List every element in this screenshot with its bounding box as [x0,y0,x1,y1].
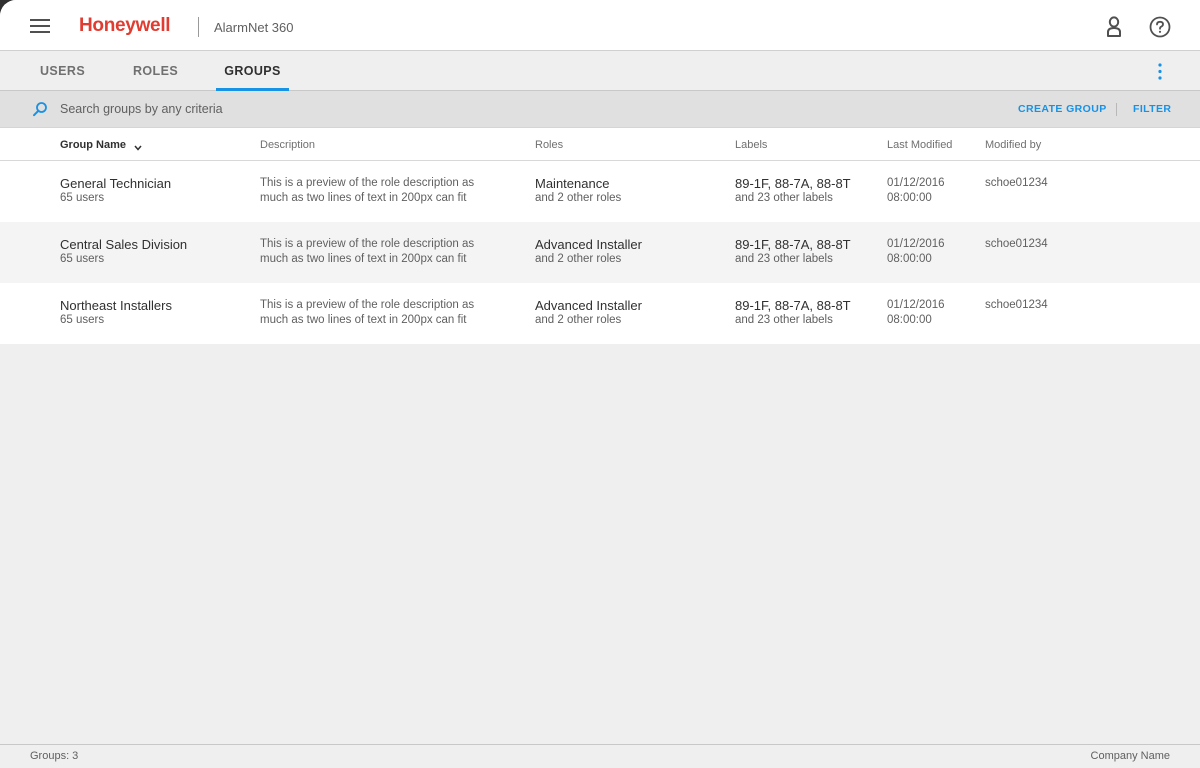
roles-more: and 2 other roles [535,253,622,265]
app-header: Honeywell AlarmNet 360 [0,0,1200,51]
role-name: Advanced Installer [535,298,642,313]
modified-time: 08:00:00 [887,253,932,265]
action-divider [1116,103,1117,116]
search-bar: CREATE GROUP FILTER [0,91,1200,128]
tab-groups[interactable]: GROUPS [216,51,289,91]
user-count: 65 users [60,314,105,326]
description-cell: This is a preview of the role descriptio… [260,176,500,206]
search-input[interactable] [60,99,560,119]
column-header-roles: Roles [535,139,564,151]
group-name-cell: Northeast Installers 65 users [60,298,172,328]
labels-cell: 89-1F, 88-7A, 88-8T and 23 other labels [735,237,851,267]
modified-time: 08:00:00 [887,314,932,326]
modified-by: schoe01234 [985,177,1048,189]
user-count: 65 users [60,192,105,204]
role-name: Maintenance [535,176,610,191]
group-name: Central Sales Division [60,237,188,252]
column-header-labels: Labels [735,139,768,151]
roles-cell: Advanced Installer and 2 other roles [535,298,642,328]
logo-divider [198,17,199,37]
last-modified-cell: 01/12/2016 08:00:00 [887,237,945,267]
description-line: much as two lines of text in 200px can f… [260,253,467,265]
company-name: Company Name [1090,750,1170,762]
modified-by-cell: schoe01234 [985,237,1048,252]
user-count: 65 users [60,253,105,265]
roles-cell: Advanced Installer and 2 other roles [535,237,642,267]
status-footer: Groups: 3 Company Name [0,744,1200,768]
table-header: Group Name Description Roles Labels Last… [0,128,1200,161]
group-name-cell: Central Sales Division 65 users [60,237,187,267]
column-header-description: Description [260,139,316,151]
column-header-group-name[interactable]: Group Name [60,139,142,151]
modified-date: 01/12/2016 [887,177,945,189]
role-name: Advanced Installer [535,237,642,252]
labels-list: 89-1F, 88-7A, 88-8T [735,298,851,313]
last-modified-cell: 01/12/2016 08:00:00 [887,298,945,328]
column-header-label: Group Name [60,139,127,151]
hamburger-menu-icon[interactable] [30,18,50,34]
sort-down-icon [134,142,142,151]
table-row[interactable]: General Technician 65 users This is a pr… [0,161,1200,222]
table-row[interactable]: Northeast Installers 65 users This is a … [0,283,1200,344]
modified-date: 01/12/2016 [887,299,945,311]
brand-logo: Honeywell [79,15,171,36]
modified-by-cell: schoe01234 [985,298,1048,313]
help-icon[interactable] [1149,16,1171,38]
description-line: much as two lines of text in 200px can f… [260,192,467,204]
group-name: General Technician [60,176,172,191]
create-group-button[interactable]: CREATE GROUP [1018,103,1107,115]
description-line: This is a preview of the role descriptio… [260,238,475,250]
modified-by: schoe01234 [985,299,1048,311]
column-header-last-modified: Last Modified [887,139,953,151]
description-line: This is a preview of the role descriptio… [260,299,475,311]
tab-bar: USERS ROLES GROUPS [0,51,1200,91]
modified-by-cell: schoe01234 [985,176,1048,191]
group-name-cell: General Technician 65 users [60,176,171,206]
modified-by: schoe01234 [985,238,1048,250]
roles-cell: Maintenance and 2 other roles [535,176,621,206]
modified-time: 08:00:00 [887,192,932,204]
labels-more: and 23 other labels [735,314,833,326]
group-name: Northeast Installers [60,298,172,313]
more-vert-icon[interactable] [1150,62,1170,82]
roles-more: and 2 other roles [535,314,622,326]
labels-list: 89-1F, 88-7A, 88-8T [735,237,851,252]
column-header-modified-by: Modified by [985,139,1042,151]
description-line: much as two lines of text in 200px can f… [260,314,467,326]
description-line: This is a preview of the role descriptio… [260,177,475,189]
roles-more: and 2 other roles [535,192,622,204]
group-count: Groups: 3 [30,750,79,762]
labels-more: and 23 other labels [735,192,833,204]
filter-button[interactable]: FILTER [1133,103,1171,115]
user-icon[interactable] [1104,16,1124,38]
last-modified-cell: 01/12/2016 08:00:00 [887,176,945,206]
labels-cell: 89-1F, 88-7A, 88-8T and 23 other labels [735,298,851,328]
description-cell: This is a preview of the role descriptio… [260,237,500,267]
labels-more: and 23 other labels [735,253,833,265]
search-icon [32,101,48,117]
tab-users[interactable]: USERS [40,51,85,91]
labels-cell: 89-1F, 88-7A, 88-8T and 23 other labels [735,176,851,206]
labels-list: 89-1F, 88-7A, 88-8T [735,176,851,191]
table-row[interactable]: Central Sales Division 65 users This is … [0,222,1200,283]
tab-roles[interactable]: ROLES [133,51,178,91]
description-cell: This is a preview of the role descriptio… [260,298,500,328]
app-name: AlarmNet 360 [214,20,294,35]
modified-date: 01/12/2016 [887,238,945,250]
